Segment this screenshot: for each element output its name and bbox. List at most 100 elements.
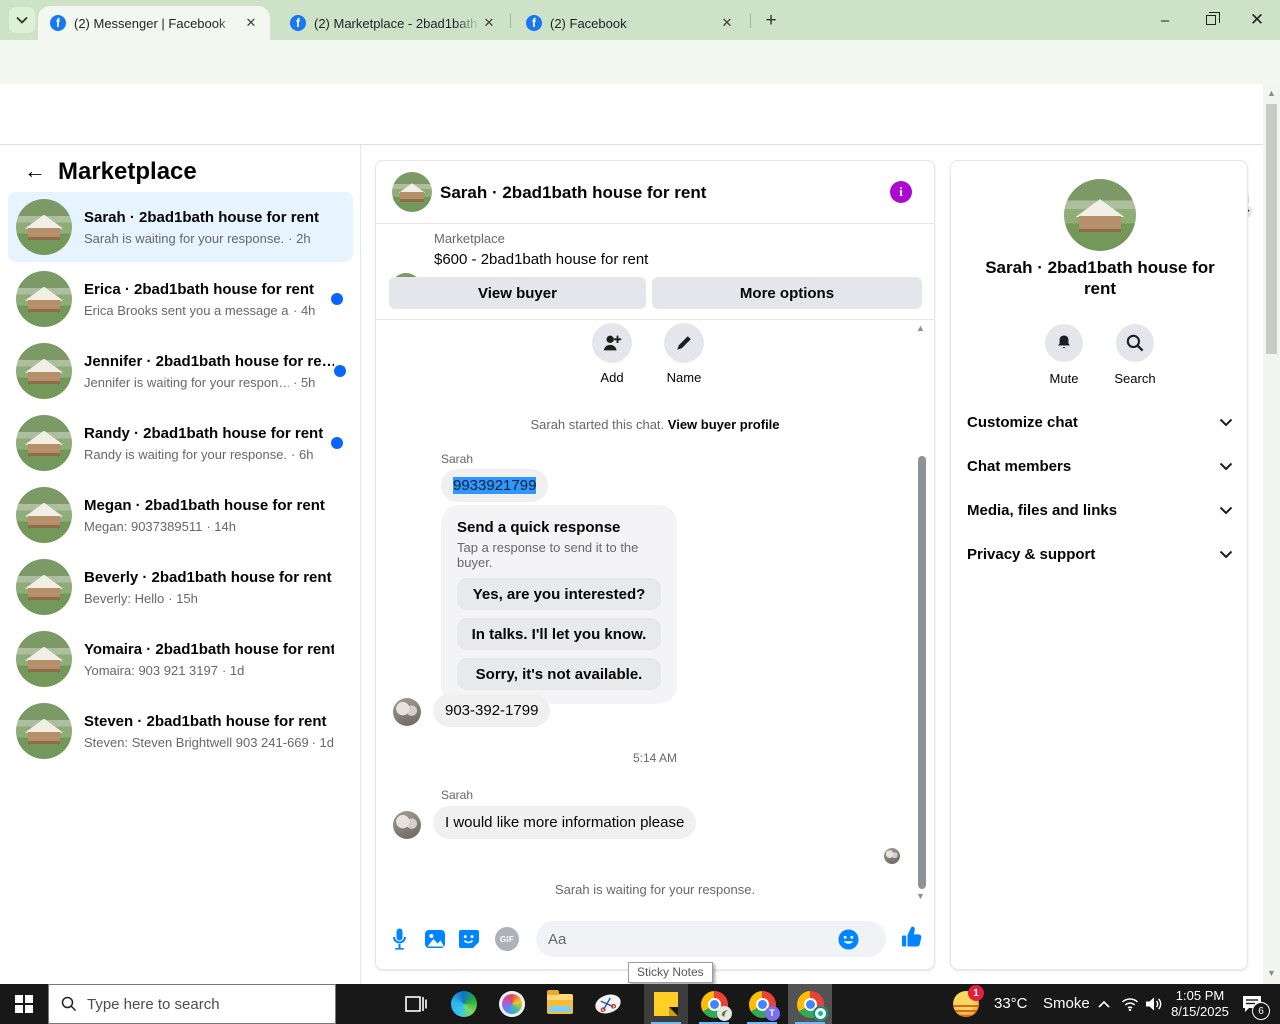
restore-icon: [1206, 12, 1220, 25]
tab-search-button[interactable]: [9, 7, 35, 33]
buyer-avatar: [393, 811, 421, 839]
file-explorer-button[interactable]: [538, 984, 582, 1024]
chat-item-snippet: Steven: Steven Brightwell 903 241-6691 · …: [84, 734, 334, 750]
chrome-button-1[interactable]: [692, 984, 736, 1024]
chevron-down-icon: [16, 16, 28, 24]
tab-close-icon[interactable]: ✕: [480, 14, 498, 32]
scroll-up-arrow[interactable]: ▲: [916, 323, 925, 333]
marketplace-sidebar: ← Marketplace Sarah · 2bad1bath house fo…: [0, 145, 361, 984]
message-input[interactable]: [548, 930, 838, 948]
file-explorer-icon: [547, 990, 573, 1014]
message-bubble[interactable]: 903-392-1799: [433, 694, 551, 727]
chat-list-item-steven[interactable]: Steven · 2bad1bath house for rent Steven…: [8, 696, 353, 766]
conversation-info-icon[interactable]: i: [890, 181, 912, 203]
new-tab-button[interactable]: +: [758, 8, 784, 34]
back-arrow-icon[interactable]: ←: [24, 158, 46, 184]
chrome-button-2[interactable]: T: [740, 984, 784, 1024]
view-buyer-profile-link[interactable]: View buyer profile: [668, 417, 780, 432]
browser-tab-marketplace[interactable]: f (2) Marketplace - 2bad1bath hou ✕: [278, 6, 508, 40]
thumbs-up-icon[interactable]: [901, 925, 925, 949]
quick-reply-button[interactable]: Sorry, it's not available.: [457, 658, 661, 690]
copilot-button[interactable]: [490, 984, 534, 1024]
section-privacy-support[interactable]: Privacy & support: [967, 539, 1233, 569]
page-scrollbar-thumb[interactable]: [1266, 104, 1277, 354]
browser-tab-facebook[interactable]: f (2) Facebook ✕: [514, 6, 746, 40]
browser-toolbar: ← → ↻ facebook.com/messages/t/1314045230…: [0, 40, 1280, 118]
chat-item-title: Jennifer · 2bad1bath house for re…: [84, 352, 334, 370]
search-conversation-button[interactable]: [1116, 324, 1154, 362]
buyer-avatar: [393, 698, 421, 726]
conversation-avatar[interactable]: [1064, 179, 1136, 251]
tab-close-icon[interactable]: ✕: [242, 14, 260, 32]
add-member-button[interactable]: [592, 323, 632, 363]
edge-icon: [451, 991, 477, 1017]
chevron-down-icon: [1219, 462, 1233, 470]
sticker-icon[interactable]: [458, 929, 480, 949]
taskbar-search-input[interactable]: [87, 995, 307, 1013]
chat-item-title: Erica · 2bad1bath house for rent: [84, 280, 315, 298]
chrome-button-3[interactable]: [788, 984, 832, 1024]
browser-tab-messenger[interactable]: f (2) Messenger | Facebook ✕: [38, 6, 270, 40]
tab-close-icon[interactable]: ✕: [718, 14, 736, 32]
unread-dot: [334, 365, 346, 377]
minimize-button[interactable]: –: [1142, 3, 1188, 37]
image-attach-icon[interactable]: [424, 929, 446, 949]
unread-dot: [331, 437, 343, 449]
chat-list-item-erica[interactable]: Erica · 2bad1bath house for rent Erica B…: [8, 264, 353, 334]
pencil-icon: [677, 336, 691, 350]
weather-button[interactable]: 1: [950, 985, 984, 1020]
mute-button[interactable]: [1045, 324, 1083, 362]
quick-response-card: Send a quick response Tap a response to …: [441, 505, 677, 704]
quick-reply-button[interactable]: Yes, are you interested?: [457, 578, 661, 610]
listing-avatar: [16, 487, 72, 543]
message-composer[interactable]: [536, 921, 886, 957]
chevron-up-icon: [1098, 1000, 1110, 1008]
close-button[interactable]: ✕: [1234, 3, 1280, 37]
restore-button[interactable]: [1188, 3, 1234, 37]
scroll-down-arrow[interactable]: ▼: [916, 891, 925, 901]
chevron-down-icon: [1219, 418, 1233, 426]
chat-list-item-beverly[interactable]: Beverly · 2bad1bath house for rent Bever…: [8, 552, 353, 622]
start-button[interactable]: [0, 984, 48, 1024]
chat-list-item-jennifer[interactable]: Jennifer · 2bad1bath house for re… Jenni…: [8, 336, 353, 406]
taskbar-clock[interactable]: 1:05 PM 8/15/2025: [1166, 988, 1234, 1020]
chat-avatar[interactable]: [392, 172, 432, 212]
emoji-icon[interactable]: [838, 928, 859, 950]
tray-expand-button[interactable]: [1092, 992, 1116, 1016]
more-options-label: More options: [739, 284, 835, 302]
message-bubble[interactable]: 9933921799: [441, 469, 549, 502]
voice-clip-icon[interactable]: [391, 928, 408, 950]
marketplace-label: Marketplace: [434, 231, 505, 246]
more-options-button[interactable]: More options: [652, 277, 922, 309]
edge-button[interactable]: [442, 984, 486, 1024]
gif-icon[interactable]: GIF: [495, 927, 519, 951]
chat-list-item-randy[interactable]: Randy · 2bad1bath house for rent Randy i…: [8, 408, 353, 478]
section-media-files-links[interactable]: Media, files and links: [967, 495, 1233, 525]
volume-button[interactable]: [1142, 992, 1166, 1016]
weather-badge: 1: [968, 985, 984, 1001]
section-customize-chat[interactable]: Customize chat: [967, 407, 1233, 437]
action-center-button[interactable]: 6: [1236, 988, 1270, 1020]
facebook-favicon: f: [50, 15, 66, 31]
snipping-tool-button[interactable]: [586, 984, 630, 1024]
edit-name-button[interactable]: [664, 323, 704, 363]
section-chat-members[interactable]: Chat members: [967, 451, 1233, 481]
view-buyer-button[interactable]: View buyer: [389, 277, 646, 309]
scroll-down-arrow[interactable]: ▼: [1267, 968, 1276, 978]
task-view-button[interactable]: [394, 984, 438, 1024]
wifi-button[interactable]: [1118, 992, 1142, 1016]
chat-scrollbar-thumb[interactable]: [918, 456, 926, 889]
temperature-text: 33°C: [994, 995, 1028, 1012]
snipping-tool-icon: [592, 991, 624, 1017]
speaker-icon: [1146, 997, 1162, 1011]
chat-list-item-yomaira[interactable]: Yomaira · 2bad1bath house for rent Yomai…: [8, 624, 353, 694]
message-bubble[interactable]: I would like more information please: [433, 806, 697, 839]
facebook-favicon: f: [526, 15, 542, 31]
page-scrollbar[interactable]: ▲ ▼: [1263, 84, 1280, 984]
chat-list-item-megan[interactable]: Megan · 2bad1bath house for rent Megan: …: [8, 480, 353, 550]
taskbar-search[interactable]: [48, 984, 336, 1024]
sticky-notes-button[interactable]: [644, 984, 688, 1024]
scroll-up-arrow[interactable]: ▲: [1267, 88, 1276, 98]
chat-list-item-sarah[interactable]: Sarah · 2bad1bath house for rent Sarah i…: [8, 192, 353, 262]
quick-reply-button[interactable]: In talks. I'll let you know.: [457, 618, 661, 650]
